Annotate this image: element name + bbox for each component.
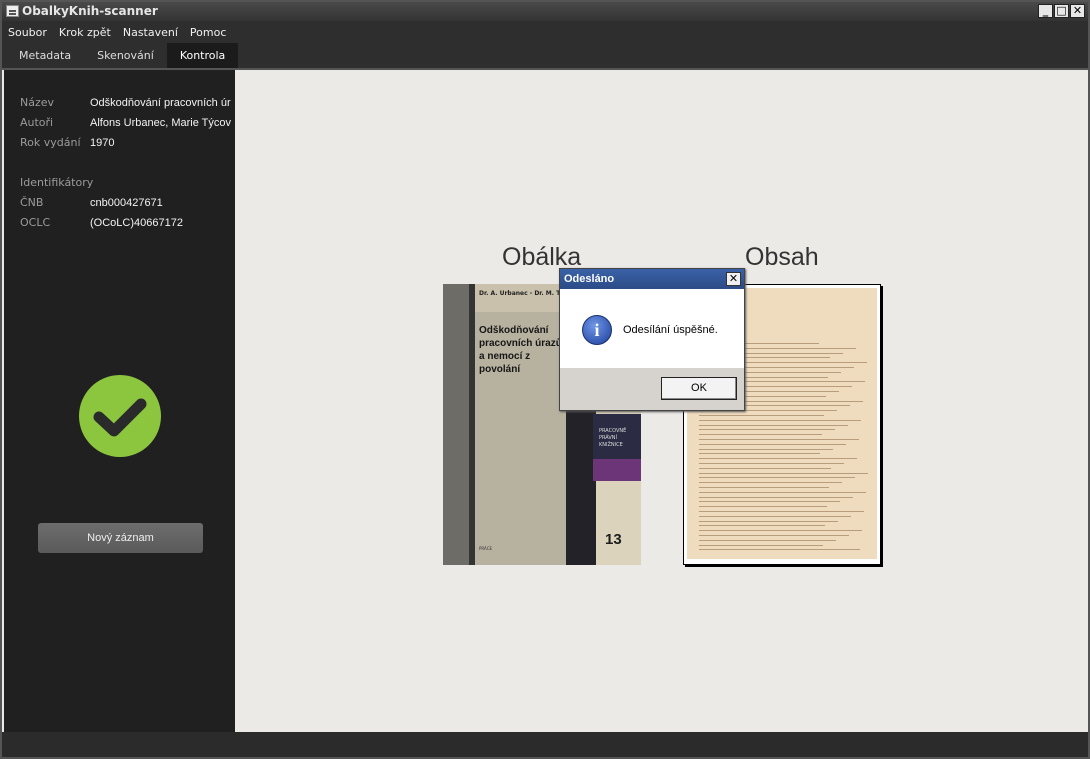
- toc-line: [699, 530, 862, 532]
- field-authors: Autoři Alfons Urbanec, Marie Týcov: [20, 116, 231, 129]
- info-icon: i: [582, 315, 612, 345]
- field-value: 1970: [90, 137, 115, 149]
- field-value: Alfons Urbanec, Marie Týcov: [90, 117, 232, 129]
- app-window: ObalkyKnih-scanner _ □ ✕ Soubor Krok zpě…: [0, 0, 1090, 759]
- toc-line: [699, 544, 823, 546]
- status-bar: [2, 732, 1088, 757]
- field-year: Rok vydání 1970: [20, 136, 114, 149]
- menu-soubor[interactable]: Soubor: [8, 26, 47, 39]
- toc-line: [699, 448, 833, 450]
- tab-metadata[interactable]: Metadata: [6, 43, 84, 68]
- toc-line: [699, 458, 857, 460]
- tab-skenovani[interactable]: Skenování: [84, 43, 167, 68]
- cover-number: 13: [605, 531, 622, 548]
- toc-line: [699, 520, 838, 522]
- ok-button[interactable]: OK: [661, 377, 737, 400]
- dialog-message: Odesílání úspěšné.: [623, 324, 718, 336]
- field-label: ČNB: [20, 196, 44, 209]
- metadata-sidebar: Název Odškodňování pracovních úr Autoři Al…: [4, 70, 235, 732]
- toc-line: [699, 549, 860, 551]
- new-record-button[interactable]: Nový záznam: [38, 523, 203, 553]
- field-oclc: OCLC (OCoLC)40667172: [20, 216, 183, 229]
- window-title: ObalkyKnih-scanner: [22, 4, 158, 18]
- field-value: (OCoLC)40667172: [90, 217, 183, 229]
- menu-bar: Soubor Krok zpět Nastavení Pomoc: [2, 21, 1088, 43]
- field-label: Rok vydání: [20, 136, 81, 149]
- toc-line: [699, 472, 868, 474]
- field-value: cnb000427671: [90, 197, 163, 209]
- dialog-title: Odesláno: [560, 269, 744, 289]
- toc-line: [699, 467, 831, 469]
- toc-line: [699, 477, 855, 479]
- close-window-button[interactable]: ✕: [1070, 4, 1085, 18]
- toc-line: [699, 506, 827, 508]
- field-label: Název: [20, 96, 55, 109]
- toc-line: [699, 496, 853, 498]
- main-area: Název Odškodňování pracovních úr Autoři Al…: [2, 68, 1088, 732]
- toc-line: [699, 501, 840, 503]
- toc-line: [699, 463, 844, 464]
- dialog-close-button[interactable]: ✕: [726, 272, 741, 286]
- toc-line: [699, 439, 859, 440]
- app-icon: [6, 5, 19, 17]
- toc-line: [699, 491, 866, 493]
- maximize-button[interactable]: □: [1054, 4, 1069, 18]
- field-label: OCLC: [20, 216, 51, 229]
- menu-pomoc[interactable]: Pomoc: [190, 26, 226, 39]
- field-value: Odškodňování pracovních úr: [90, 97, 231, 109]
- window-controls: _ □ ✕: [1038, 4, 1085, 18]
- menu-nastaveni[interactable]: Nastavení: [123, 26, 178, 39]
- toc-line: [699, 487, 829, 488]
- title-bar: ObalkyKnih-scanner _ □ ✕: [2, 2, 1088, 21]
- tab-bar: Metadata Skenování Kontrola: [2, 43, 1088, 68]
- toc-line: [699, 511, 864, 512]
- tab-kontrola[interactable]: Kontrola: [166, 43, 239, 68]
- field-label: Autoři: [20, 116, 54, 129]
- cover-series: PRACOVNĚ PRÁVNÍ KNIŽNICE: [599, 428, 627, 448]
- toc-line: [699, 539, 836, 541]
- cover-publisher: PRÁCE: [479, 546, 493, 551]
- toc-line: [699, 535, 849, 536]
- field-title: Název Odškodňování pracovních úr: [20, 96, 231, 109]
- toc-line: [699, 482, 842, 484]
- checkmark-icon: [79, 375, 161, 457]
- toc-line: [699, 515, 851, 517]
- toc-line: [699, 443, 846, 445]
- toc-line: [699, 434, 822, 436]
- toc-line: [699, 525, 825, 527]
- toc-label: Obsah: [745, 243, 819, 271]
- menu-krok-zpet[interactable]: Krok zpět: [59, 26, 111, 39]
- sent-dialog: Odesláno ✕ i Odesílání úspěšné. OK: [559, 268, 745, 411]
- toc-line: [699, 415, 824, 416]
- toc-line: [699, 419, 861, 421]
- cover-title: Odškodňování pracovních úrazů a nemocí z…: [479, 325, 562, 375]
- toc-line: [699, 429, 835, 431]
- dialog-body: i Odesílání úspěšné.: [560, 289, 744, 368]
- toc-line: [699, 424, 848, 426]
- toc-line: [699, 453, 820, 455]
- minimize-button[interactable]: _: [1038, 4, 1053, 18]
- identifiers-heading: Identifikátory: [20, 176, 94, 189]
- field-cnb: ČNB cnb000427671: [20, 196, 163, 209]
